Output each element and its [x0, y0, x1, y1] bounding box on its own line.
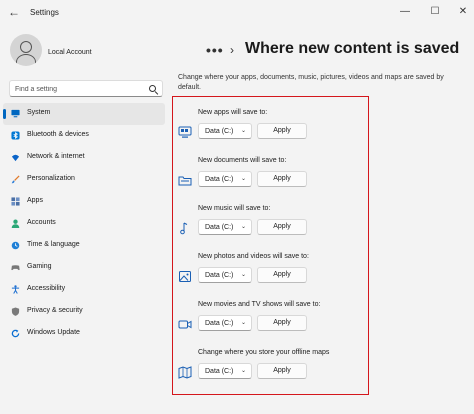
sidebar-item-label: System — [27, 109, 51, 116]
chevron-down-icon: ⌄ — [240, 320, 246, 326]
sidebar-item-personalization[interactable]: Personalization — [3, 169, 165, 191]
search-input[interactable] — [15, 83, 143, 95]
save-location-label: Change where you store your offline maps — [198, 349, 330, 356]
apply-button[interactable]: Apply — [257, 123, 307, 139]
drive-select[interactable]: Data (C:) ⌄ — [198, 267, 252, 283]
sidebar-item-label: Time & language — [27, 241, 80, 248]
accessibility-icon — [11, 285, 20, 294]
sidebar-item-apps[interactable]: Apps — [3, 191, 165, 213]
shield-icon — [11, 307, 20, 316]
title-bar: ← Settings — ☐ ✕ — [0, 0, 474, 26]
sidebar-item-system[interactable]: System — [3, 103, 165, 125]
sidebar-item-label: Network & internet — [27, 153, 85, 160]
chevron-down-icon: ⌄ — [240, 272, 246, 278]
update-icon — [11, 329, 20, 338]
back-arrow-icon[interactable]: ← — [6, 4, 22, 20]
video-camera-icon — [178, 320, 192, 329]
sidebar-item-gaming[interactable]: Gaming — [3, 257, 165, 279]
sidebar-item-label: Apps — [27, 197, 43, 204]
avatar[interactable] — [10, 34, 42, 66]
brush-icon — [11, 175, 20, 184]
chevron-down-icon: ⌄ — [240, 224, 246, 230]
drive-select[interactable]: Data (C:) ⌄ — [198, 315, 252, 331]
apps-storage-icon — [178, 126, 192, 138]
save-location-music: New music will save to: Data (C:) ⌄ Apply — [178, 205, 368, 249]
account-name: Local Account — [48, 49, 92, 56]
chevron-down-icon: ⌄ — [240, 128, 246, 134]
sidebar-item-label: Bluetooth & devices — [27, 131, 89, 138]
drive-select-value: Data (C:) — [205, 272, 234, 279]
sidebar-nav: System Bluetooth & devices Network & int… — [3, 103, 165, 345]
drive-select-value: Data (C:) — [205, 128, 234, 135]
wifi-icon — [11, 154, 20, 162]
avatar-head-icon — [20, 41, 32, 53]
save-location-label: New apps will save to: — [198, 109, 268, 116]
sidebar-item-windows-update[interactable]: Windows Update — [3, 323, 165, 345]
save-location-label: New photos and videos will save to: — [198, 253, 309, 260]
save-location-label: New music will save to: — [198, 205, 271, 212]
sidebar-item-network[interactable]: Network & internet — [3, 147, 165, 169]
save-location-apps: New apps will save to: Data (C:) ⌄ Apply — [178, 109, 368, 153]
apply-button[interactable]: Apply — [257, 315, 307, 331]
save-location-label: New documents will save to: — [198, 157, 287, 164]
avatar-body-icon — [16, 54, 36, 66]
sidebar-item-label: Windows Update — [27, 329, 80, 336]
chevron-right-icon: › — [230, 43, 234, 57]
drive-select-value: Data (C:) — [205, 176, 234, 183]
music-note-icon — [180, 222, 188, 235]
picture-icon — [179, 271, 191, 282]
drive-select-value: Data (C:) — [205, 320, 234, 327]
drive-select[interactable]: Data (C:) ⌄ — [198, 219, 252, 235]
apply-button[interactable]: Apply — [257, 363, 307, 379]
apply-button[interactable]: Apply — [257, 171, 307, 187]
system-icon — [11, 109, 20, 118]
close-icon[interactable]: ✕ — [456, 5, 470, 19]
save-location-offline-maps: Change where you store your offline maps… — [178, 349, 368, 393]
sidebar-item-time-language[interactable]: Time & language — [3, 235, 165, 257]
search-box[interactable] — [9, 80, 163, 97]
sidebar-item-label: Personalization — [27, 175, 75, 182]
breadcrumb-overflow-button[interactable]: ••• — [206, 42, 224, 58]
chevron-down-icon: ⌄ — [240, 368, 246, 374]
drive-select[interactable]: Data (C:) ⌄ — [198, 363, 252, 379]
apps-icon — [11, 197, 20, 206]
chevron-down-icon: ⌄ — [240, 176, 246, 182]
map-icon — [178, 366, 192, 379]
drive-select[interactable]: Data (C:) ⌄ — [198, 171, 252, 187]
save-location-photos-videos: New photos and videos will save to: Data… — [178, 253, 368, 297]
drive-select[interactable]: Data (C:) ⌄ — [198, 123, 252, 139]
app-title: Settings — [30, 8, 59, 17]
minimize-icon[interactable]: — — [398, 5, 412, 19]
sidebar-item-label: Privacy & security — [27, 307, 83, 314]
apply-button[interactable]: Apply — [257, 267, 307, 283]
save-location-movies-tv: New movies and TV shows will save to: Da… — [178, 301, 368, 345]
gamepad-icon — [11, 265, 20, 271]
bluetooth-icon — [11, 131, 20, 140]
search-icon[interactable] — [149, 85, 156, 92]
save-location-documents: New documents will save to: Data (C:) ⌄ A… — [178, 157, 368, 201]
maximize-icon[interactable]: ☐ — [428, 5, 442, 19]
page-description: Change where your apps, documents, music… — [178, 74, 444, 91]
drive-select-value: Data (C:) — [205, 224, 234, 231]
sidebar-item-accounts[interactable]: Accounts — [3, 213, 165, 235]
sidebar-item-label: Accounts — [27, 219, 56, 226]
globe-clock-icon — [11, 241, 20, 250]
sidebar-item-label: Accessibility — [27, 285, 66, 292]
person-icon — [11, 219, 20, 228]
sidebar-item-privacy[interactable]: Privacy & security — [3, 301, 165, 323]
sidebar-item-label: Gaming — [27, 263, 52, 270]
folder-icon — [178, 176, 192, 186]
drive-select-value: Data (C:) — [205, 368, 234, 375]
apply-button[interactable]: Apply — [257, 219, 307, 235]
sidebar-item-bluetooth[interactable]: Bluetooth & devices — [3, 125, 165, 147]
sidebar-item-accessibility[interactable]: Accessibility — [3, 279, 165, 301]
save-location-label: New movies and TV shows will save to: — [198, 301, 321, 308]
page-title: Where new content is saved — [245, 40, 460, 57]
